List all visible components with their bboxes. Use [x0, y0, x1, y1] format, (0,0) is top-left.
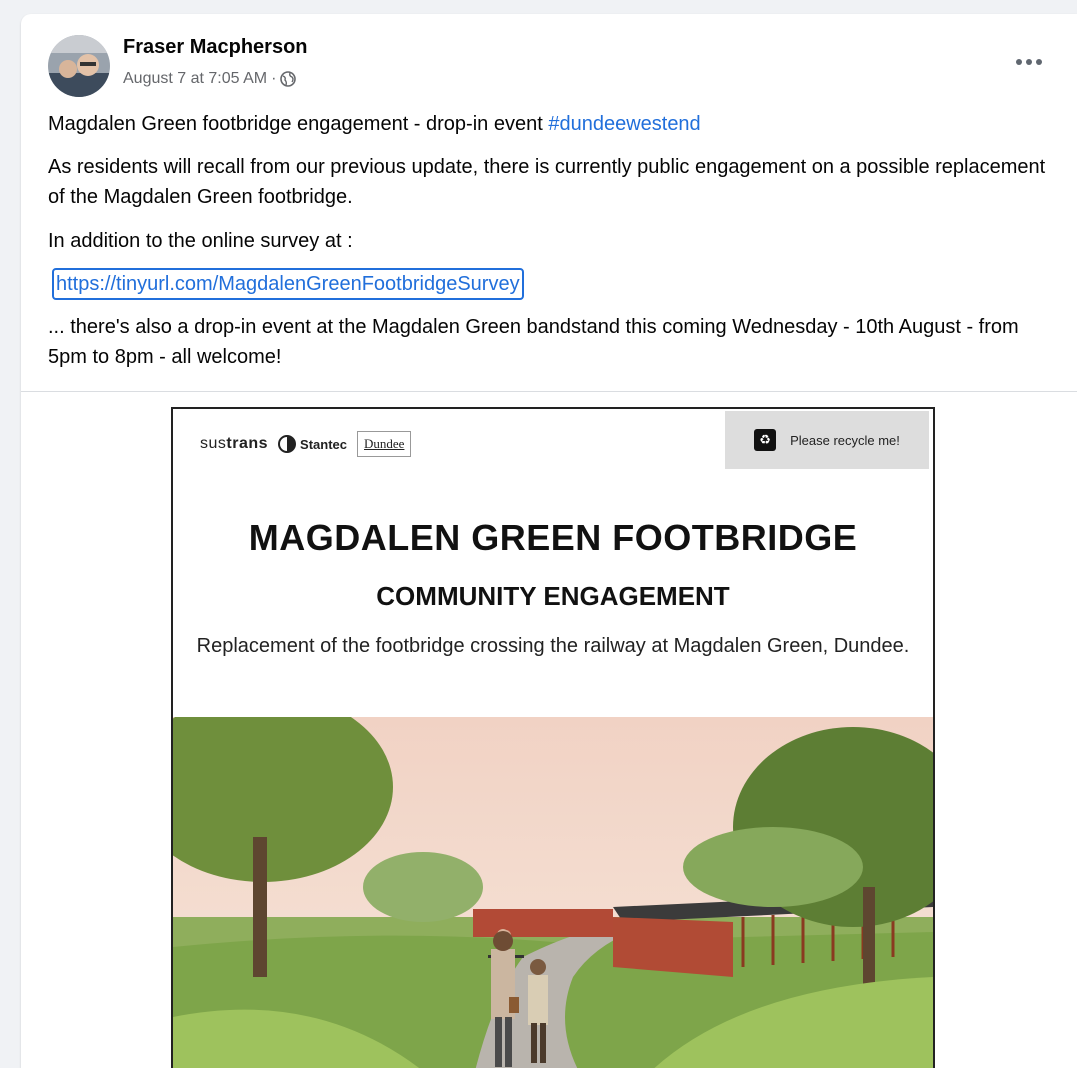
post-card: Fraser Macpherson August 7 at 7:05 AM · … — [21, 14, 1077, 1068]
recycle-banner: ♻ Please recycle me! — [725, 411, 929, 469]
stantec-logo: Stantec — [278, 435, 347, 453]
post-meta: August 7 at 7:05 AM · — [123, 70, 297, 88]
post-timestamp[interactable]: August 7 at 7:05 AM — [123, 70, 267, 88]
hashtag-link[interactable]: #dundeewestend — [548, 113, 700, 135]
avatar-photo — [48, 35, 110, 97]
sustrans-logo: sustrans — [200, 435, 269, 452]
author-name[interactable]: Fraser Macpherson — [123, 36, 308, 59]
survey-link[interactable]: https://tinyurl.com/MagdalenGreenFootbri… — [52, 268, 524, 300]
post-paragraph-1: As residents will recall from our previo… — [48, 156, 1046, 208]
post-title: Magdalen Green footbridge engagement - d… — [48, 113, 549, 135]
recycle-text: Please recycle me! — [790, 432, 900, 448]
more-options-button[interactable] — [1009, 50, 1049, 74]
dundee-logo: Dundee — [357, 431, 412, 457]
author-avatar[interactable] — [48, 35, 110, 97]
poster-logos: sustrans Stantec Dundee — [200, 431, 412, 457]
post-title-line: Magdalen Green footbridge engagement - d… — [48, 109, 1058, 139]
recycle-icon: ♻ — [754, 429, 777, 451]
content-divider — [21, 391, 1077, 392]
ellipsis-icon — [1036, 59, 1042, 65]
poster-title: MAGDALEN GREEN FOOTBRIDGE — [248, 517, 858, 558]
poster-description: Replacement of the footbridge crossing t… — [196, 635, 910, 657]
poster-subtitle: COMMUNITY ENGAGEMENT — [376, 581, 730, 611]
post-paragraph-3: ... there's also a drop-in event at the … — [48, 316, 1019, 368]
footbridge-rendering — [173, 717, 933, 1068]
post-image[interactable]: sustrans Stantec Dundee ♻ Please recycle… — [171, 407, 935, 1068]
post-paragraph-2: In addition to the online survey at : — [48, 230, 353, 252]
globe-icon[interactable] — [280, 71, 297, 87]
ellipsis-icon — [1026, 59, 1032, 65]
stantec-icon — [278, 435, 297, 453]
meta-separator: · — [271, 70, 277, 87]
ellipsis-icon — [1016, 59, 1022, 65]
